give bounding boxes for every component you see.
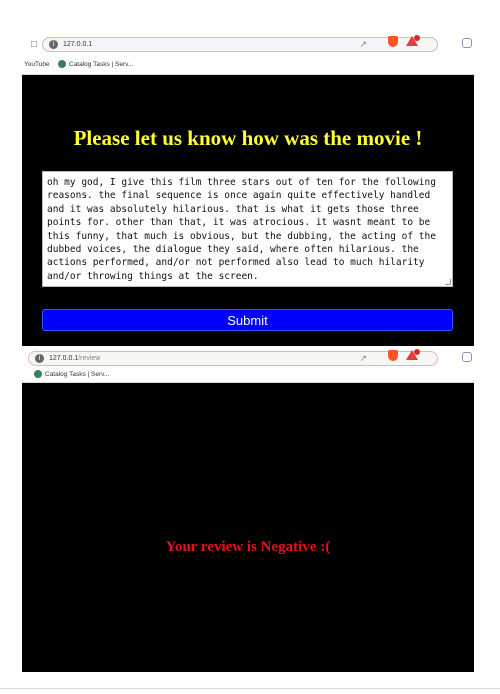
bookmark-catalog-tasks[interactable]: Catalog Tasks | Serv... — [58, 56, 133, 73]
review-result-screenshot: i 127.0.0.1/review ↗ Catalog Tasks | Ser… — [22, 348, 474, 672]
site-info-icon[interactable]: i — [35, 354, 44, 363]
extension-icon[interactable] — [462, 352, 472, 362]
bookmarks-bar: Catalog Tasks | Serv... — [22, 368, 474, 382]
browser-chrome: i 127.0.0.1/review ↗ Catalog Tasks | Ser… — [22, 348, 474, 383]
bookmark-youtube[interactable]: YouTube — [24, 56, 50, 73]
bookmark-catalog-tasks[interactable]: Catalog Tasks | Serv... — [34, 368, 109, 382]
address-row: □ i 127.0.0.1 ↗ — [22, 34, 474, 56]
submit-button[interactable]: Submit — [42, 309, 453, 331]
github-icon — [34, 370, 42, 379]
brave-rewards-icon[interactable] — [406, 349, 420, 360]
brave-rewards-icon[interactable] — [406, 35, 420, 46]
review-result-text: Your review is Negative :( — [165, 539, 331, 555]
page-title: Please let us know how was the movie ! — [73, 126, 423, 150]
bookmarks-bar: YouTube Catalog Tasks | Serv... — [22, 56, 474, 73]
bookmark-label: Catalog Tasks | Serv... — [45, 371, 110, 378]
browser-chrome: □ i 127.0.0.1 ↗ YouTube Catalog Tasks | … — [22, 34, 474, 75]
review-textarea-wrapper: oh my god, I give this film three stars … — [42, 171, 453, 287]
brave-shields-icon[interactable] — [388, 36, 398, 47]
resize-handle[interactable] — [445, 279, 451, 285]
url-host: 127.0.0.1 — [49, 355, 79, 362]
bookmark-icon[interactable]: □ — [31, 39, 37, 51]
address-bar[interactable]: i 127.0.0.1/review ↗ — [28, 351, 438, 366]
review-form-screenshot: □ i 127.0.0.1 ↗ YouTube Catalog Tasks | … — [22, 34, 474, 346]
bottom-divider — [0, 688, 500, 689]
edge-mark — [472, 656, 474, 670]
address-url: 127.0.0.1 — [63, 41, 93, 48]
site-info-icon[interactable]: i — [49, 40, 58, 49]
address-url: 127.0.0.1/review — [49, 354, 100, 364]
bookmark-label: Catalog Tasks | Serv... — [69, 61, 134, 68]
review-textarea[interactable]: oh my god, I give this film three stars … — [47, 176, 450, 284]
url-path: /review — [78, 355, 101, 362]
address-row: i 127.0.0.1/review ↗ — [22, 348, 474, 370]
address-bar[interactable]: i 127.0.0.1 ↗ — [42, 37, 438, 52]
brave-shields-icon[interactable] — [388, 350, 398, 361]
extension-icon[interactable] — [462, 38, 472, 48]
share-icon[interactable]: ↗ — [359, 353, 367, 364]
share-icon[interactable]: ↗ — [359, 39, 367, 50]
github-icon — [58, 60, 66, 69]
